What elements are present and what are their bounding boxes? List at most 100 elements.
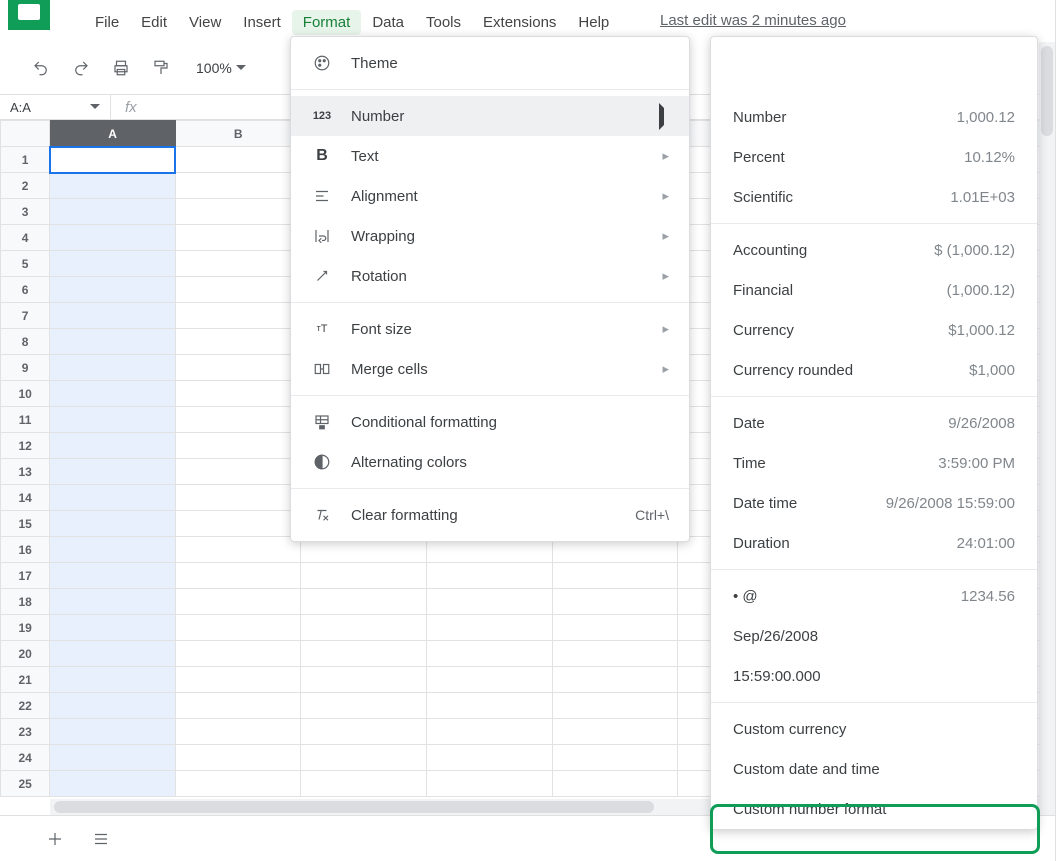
- cell[interactable]: [552, 563, 678, 589]
- cell[interactable]: [50, 407, 176, 433]
- cell[interactable]: [427, 745, 553, 771]
- row-header[interactable]: 19: [1, 615, 50, 641]
- cell[interactable]: [552, 771, 678, 797]
- number-option-currency[interactable]: Currency$1,000.12: [711, 310, 1037, 350]
- sheets-logo[interactable]: [8, 0, 50, 30]
- number-option-financial[interactable]: Financial(1,000.12): [711, 270, 1037, 310]
- cell[interactable]: [175, 615, 301, 641]
- cell[interactable]: [175, 511, 301, 537]
- cell[interactable]: [175, 459, 301, 485]
- cell[interactable]: [301, 719, 427, 745]
- number-option-percent[interactable]: Percent10.12%: [711, 137, 1037, 177]
- cell[interactable]: [175, 433, 301, 459]
- cell[interactable]: [175, 563, 301, 589]
- last-edit-link[interactable]: Last edit was 2 minutes ago: [660, 12, 846, 29]
- row-header[interactable]: 23: [1, 719, 50, 745]
- row-header[interactable]: 6: [1, 277, 50, 303]
- row-header[interactable]: 8: [1, 329, 50, 355]
- row-header[interactable]: 10: [1, 381, 50, 407]
- cell[interactable]: [175, 745, 301, 771]
- row-header[interactable]: 24: [1, 745, 50, 771]
- row-header[interactable]: 7: [1, 303, 50, 329]
- cell[interactable]: [175, 407, 301, 433]
- row-header[interactable]: 4: [1, 225, 50, 251]
- row-header[interactable]: 17: [1, 563, 50, 589]
- cell[interactable]: [175, 173, 301, 199]
- number-option-duration[interactable]: Duration24:01:00: [711, 523, 1037, 563]
- cell[interactable]: [175, 719, 301, 745]
- number-option-time[interactable]: Time3:59:00 PM: [711, 443, 1037, 483]
- number-option-currency-rounded[interactable]: Currency rounded$1,000: [711, 350, 1037, 390]
- cell[interactable]: [50, 485, 176, 511]
- cell[interactable]: [50, 147, 176, 173]
- cell[interactable]: [552, 589, 678, 615]
- cell[interactable]: [175, 589, 301, 615]
- menu-text[interactable]: B Text ▸: [291, 136, 689, 176]
- number-option-date[interactable]: Date9/26/2008: [711, 403, 1037, 443]
- menu-rotation[interactable]: Rotation ▸: [291, 256, 689, 296]
- row-header[interactable]: 1: [1, 147, 50, 173]
- menu-data[interactable]: Data: [361, 10, 415, 35]
- cell[interactable]: [301, 615, 427, 641]
- cell[interactable]: [50, 173, 176, 199]
- menu-view[interactable]: View: [178, 10, 232, 35]
- row-header[interactable]: 11: [1, 407, 50, 433]
- menu-help[interactable]: Help: [567, 10, 620, 35]
- print-icon[interactable]: [110, 57, 132, 79]
- row-header[interactable]: 18: [1, 589, 50, 615]
- cell[interactable]: [301, 693, 427, 719]
- row-header[interactable]: 9: [1, 355, 50, 381]
- menu-number[interactable]: 123 Number: [291, 96, 689, 136]
- row-header[interactable]: 5: [1, 251, 50, 277]
- cell[interactable]: [552, 615, 678, 641]
- cell[interactable]: [50, 303, 176, 329]
- cell[interactable]: [175, 303, 301, 329]
- cell[interactable]: [175, 225, 301, 251]
- row-header[interactable]: 2: [1, 173, 50, 199]
- cell[interactable]: [301, 589, 427, 615]
- cell[interactable]: [50, 329, 176, 355]
- cell[interactable]: [50, 563, 176, 589]
- cell[interactable]: [50, 771, 176, 797]
- menu-wrapping[interactable]: Wrapping ▸: [291, 216, 689, 256]
- name-box[interactable]: A:A: [0, 100, 110, 115]
- row-header[interactable]: 3: [1, 199, 50, 225]
- redo-icon[interactable]: [70, 57, 92, 79]
- cell[interactable]: [50, 459, 176, 485]
- row-header[interactable]: 20: [1, 641, 50, 667]
- cell[interactable]: [175, 381, 301, 407]
- number-option-number[interactable]: Number1,000.12: [711, 97, 1037, 137]
- cell[interactable]: [50, 355, 176, 381]
- zoom-select[interactable]: 100%: [190, 60, 252, 76]
- cell[interactable]: [50, 433, 176, 459]
- cell[interactable]: [301, 771, 427, 797]
- cell[interactable]: [50, 693, 176, 719]
- cell[interactable]: [175, 277, 301, 303]
- menu-alignment[interactable]: Alignment ▸: [291, 176, 689, 216]
- cell[interactable]: [50, 615, 176, 641]
- cell[interactable]: [50, 199, 176, 225]
- cell[interactable]: [175, 329, 301, 355]
- menu-edit[interactable]: Edit: [130, 10, 178, 35]
- cell[interactable]: [175, 537, 301, 563]
- row-header[interactable]: 22: [1, 693, 50, 719]
- cell[interactable]: [175, 667, 301, 693]
- menu-format[interactable]: Format: [292, 10, 362, 35]
- menu-tools[interactable]: Tools: [415, 10, 472, 35]
- cell[interactable]: [50, 511, 176, 537]
- cell[interactable]: [427, 693, 553, 719]
- column-header[interactable]: B: [175, 121, 301, 147]
- cell[interactable]: [175, 693, 301, 719]
- number-option-date-time[interactable]: Date time9/26/2008 15:59:00: [711, 483, 1037, 523]
- cell[interactable]: [50, 719, 176, 745]
- cell[interactable]: [552, 667, 678, 693]
- cell[interactable]: [175, 641, 301, 667]
- vertical-scrollbar[interactable]: [1039, 42, 1055, 815]
- undo-icon[interactable]: [30, 57, 52, 79]
- cell[interactable]: [427, 667, 553, 693]
- row-header[interactable]: 14: [1, 485, 50, 511]
- number-option-15-59-00-000[interactable]: 15:59:00.000: [711, 656, 1037, 696]
- cell[interactable]: [175, 147, 301, 173]
- column-header[interactable]: A: [50, 121, 176, 147]
- cell[interactable]: [175, 485, 301, 511]
